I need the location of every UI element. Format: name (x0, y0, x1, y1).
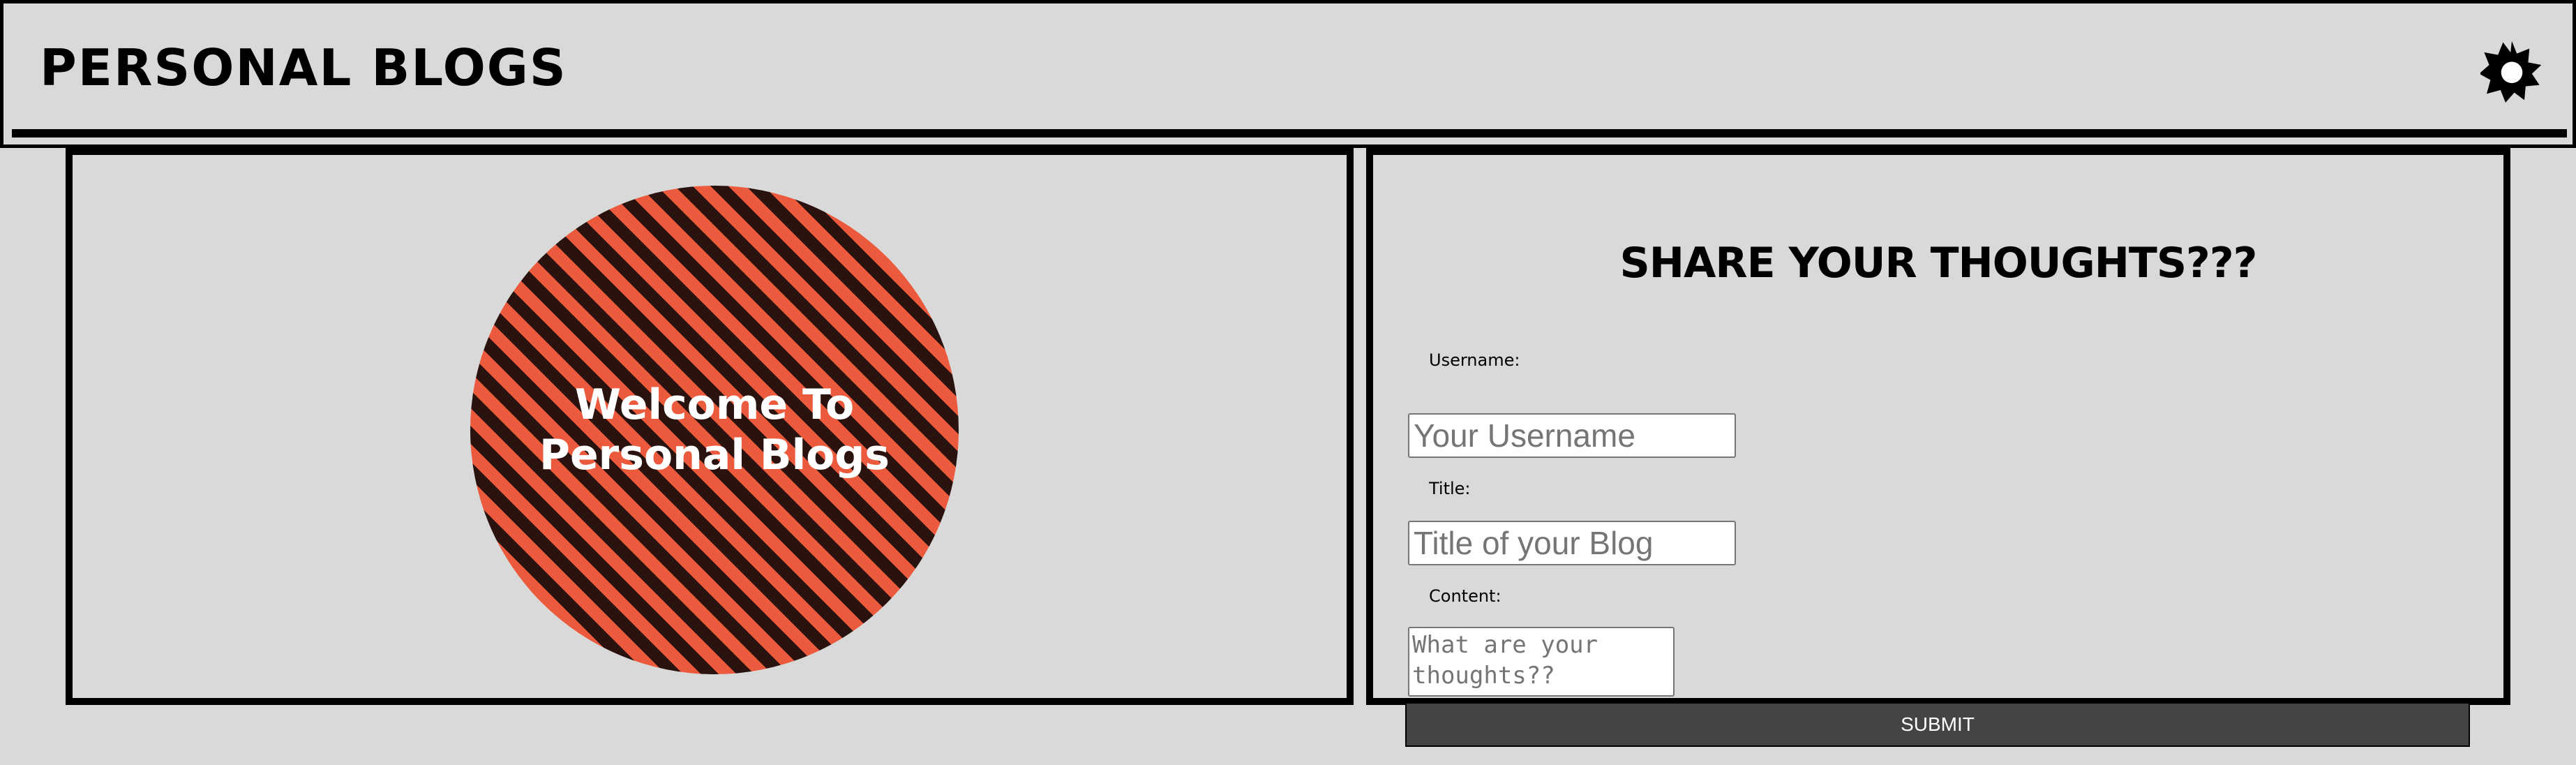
title-label: Title: (1429, 479, 1471, 498)
content-textarea[interactable] (1408, 627, 1675, 697)
site-title: PERSONAL BLOGS (40, 38, 567, 97)
form-heading: SHARE YOUR THOUGHTS??? (1619, 239, 2258, 288)
blog-form-panel: SHARE YOUR THOUGHTS??? Username: Title: … (1366, 148, 2510, 705)
theme-toggle-button[interactable] (2479, 40, 2543, 103)
welcome-panel: Welcome To Personal Blogs (66, 148, 1354, 705)
sun-icon (2479, 40, 2542, 103)
content-label: Content: (1429, 586, 1502, 606)
username-label: Username: (1429, 350, 1520, 370)
title-input[interactable] (1408, 521, 1736, 565)
header-divider (12, 129, 2567, 138)
username-input[interactable] (1408, 413, 1736, 458)
welcome-circle: Welcome To Personal Blogs (470, 186, 959, 674)
app-header: PERSONAL BLOGS (0, 0, 2576, 148)
welcome-text: Welcome To Personal Blogs (539, 380, 890, 480)
submit-button[interactable]: SUBMIT (1405, 702, 2470, 747)
